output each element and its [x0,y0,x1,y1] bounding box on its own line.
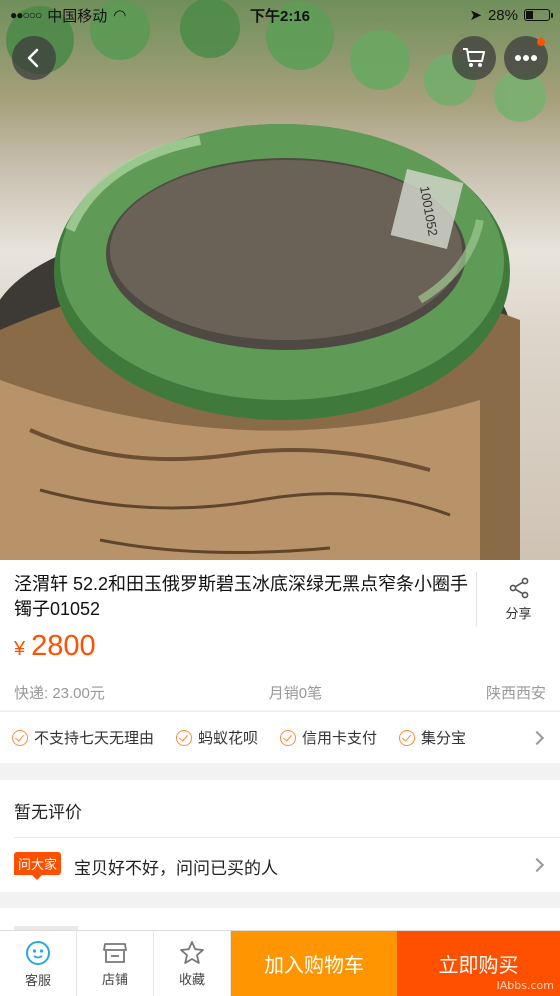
product-image[interactable]: 1001052 [0,0,560,560]
service-item: 蚂蚁花呗 [176,727,258,748]
check-circle-icon [280,729,297,746]
chat-icon [26,940,50,965]
service-item: 不支持七天无理由 [12,727,154,748]
status-bar: ●●○○○ 中国移动 ◠ 下午2:16 ➤ 28% [0,0,560,30]
carrier-name: 中国移动 [47,7,108,25]
monthly-sales: 月销0笔 [268,685,323,702]
price: ¥ 2800 [14,630,96,663]
share-icon [509,577,528,598]
chevron-right-icon [529,730,545,745]
notification-dot [537,38,545,46]
check-circle-icon [176,729,193,746]
no-reviews-text: 暂无评价 [14,803,82,822]
ask-everyone-row[interactable]: 问大家 宝贝好不好，问问已买的人 [0,838,560,892]
share-label: 分享 [505,605,532,621]
signal-icon: ●●○○○ [10,8,42,22]
favorite-label: 收藏 [178,972,205,987]
ask-everyone-text: 宝贝好不好，问问已买的人 [74,859,278,878]
bottom-action-bar: 客服 店铺 收藏 加入购物车 立即购买 IAbbs.com [0,930,560,996]
service-label: 蚂蚁花呗 [198,730,259,747]
ask-everyone-tag: 问大家 [14,852,62,880]
chevron-right-icon [529,857,545,873]
shop-button[interactable]: 店铺 [77,931,154,996]
check-circle-icon [399,729,416,746]
watermark: IAbbs.com [496,979,554,992]
shipping-fee: 快递: 23.00元 [14,685,105,702]
customer-service-label: 客服 [24,972,51,988]
price-value: 2800 [31,630,96,662]
services-row[interactable]: 不支持七天无理由 蚂蚁花呗 信用卡支付 集分宝 [0,711,560,763]
shop-icon [103,942,127,963]
service-item: 集分宝 [399,727,466,748]
check-circle-icon [12,729,28,746]
cart-button[interactable] [452,36,496,80]
product-info: 泾渭轩 52.2和田玉俄罗斯碧玉冰底深绿无黑点窄条小圈手镯子01052 分享 ¥… [0,560,560,710]
favorite-button[interactable]: 收藏 [154,931,231,996]
customer-service-button[interactable]: 客服 [0,931,77,996]
wifi-icon: ◠ [113,7,127,24]
add-to-cart-button[interactable]: 加入购物车 [231,931,397,996]
ship-location: 陕西西安 [485,685,546,702]
more-button[interactable] [504,36,548,80]
reviews-section: 暂无评价 问大家 宝贝好不好，问问已买的人 [0,780,560,892]
service-item: 信用卡支付 [280,727,377,748]
share-button[interactable]: 分享 [476,572,560,626]
product-meta: 快递: 23.00元 月销0笔 陕西西安 [14,682,546,703]
product-title: 泾渭轩 52.2和田玉俄罗斯碧玉冰底深绿无黑点窄条小圈手镯子01052 [14,574,469,619]
buy-now-button[interactable]: 立即购买 IAbbs.com [397,931,560,996]
cart-icon [463,48,485,67]
star-icon [180,941,204,964]
location-icon: ➤ [469,7,482,24]
currency-symbol: ¥ [14,638,26,660]
back-button[interactable] [12,36,56,80]
service-label: 信用卡支付 [302,730,378,747]
jade-bangle-photo: 1001052 [0,0,546,560]
buy-now-label: 立即购买 [438,955,519,977]
shop-label: 店铺 [101,971,128,987]
service-label: 集分宝 [421,730,467,747]
chevron-left-icon [27,48,39,68]
battery-percent: 28% [487,6,518,24]
service-label: 不支持七天无理由 [34,730,155,747]
battery-icon [524,9,553,21]
more-dots-icon [515,55,537,61]
